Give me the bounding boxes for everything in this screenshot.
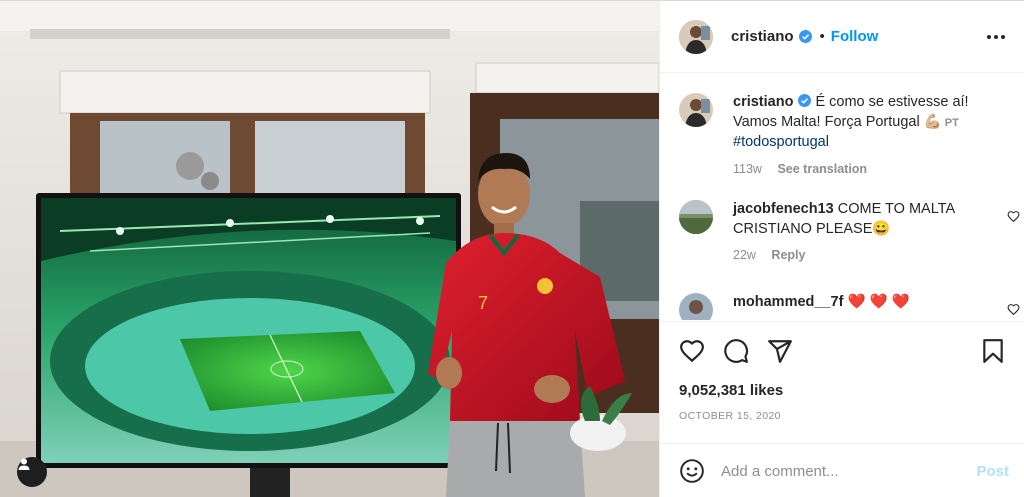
caption-hashtag[interactable]: #todosportugal bbox=[733, 134, 829, 150]
caption-meta: 113w See translation bbox=[733, 160, 1009, 180]
comments-list[interactable]: cristiano É como se estivesse aí! Vamos … bbox=[660, 74, 1024, 320]
verified-badge-icon bbox=[798, 94, 812, 107]
caption-language: PT bbox=[944, 116, 959, 129]
bookmark-icon[interactable] bbox=[980, 338, 1006, 364]
comment-body: mohammed__7f ❤️ ❤️ ❤️ bbox=[733, 293, 910, 320]
tagged-users-button[interactable] bbox=[17, 457, 47, 487]
post-header: cristiano • Follow bbox=[660, 1, 1024, 73]
reply-button[interactable]: Reply bbox=[771, 248, 805, 262]
emoji-icon[interactable] bbox=[679, 458, 705, 484]
verified-badge-icon bbox=[798, 30, 812, 43]
avatar-image bbox=[679, 293, 713, 320]
author-avatar[interactable] bbox=[679, 19, 713, 54]
post-actions: 9,052,381 likes OCTOBER 15, 2020 bbox=[660, 321, 1024, 441]
post-dialog: 7 cristiano • Follow cristiano É como se… bbox=[0, 0, 1024, 497]
caption-avatar[interactable] bbox=[679, 93, 713, 127]
post-photo[interactable]: 7 bbox=[0, 1, 659, 497]
header-separator: • bbox=[819, 28, 825, 45]
caption-body: cristiano É como se estivesse aí! Vamos … bbox=[733, 93, 1009, 179]
comment-item: mohammed__7f ❤️ ❤️ ❤️ bbox=[679, 293, 1009, 320]
share-icon[interactable] bbox=[767, 338, 793, 364]
author-username[interactable]: cristiano bbox=[731, 28, 794, 45]
comment-avatar[interactable] bbox=[679, 200, 713, 234]
add-comment-bar: Post bbox=[660, 443, 1024, 497]
comment-like-heart-icon[interactable] bbox=[1007, 210, 1020, 223]
caption-age: 113w bbox=[733, 161, 762, 176]
comment-username[interactable]: mohammed__7f bbox=[733, 294, 843, 310]
comment-avatar[interactable] bbox=[679, 293, 713, 320]
likes-count[interactable]: 9,052,381 likes bbox=[679, 382, 783, 399]
more-options-icon[interactable] bbox=[985, 26, 1007, 48]
avatar-image bbox=[679, 19, 713, 54]
post-sidebar: cristiano • Follow cristiano É como se e… bbox=[659, 1, 1024, 497]
avatar-image bbox=[679, 93, 713, 127]
post-comment-button[interactable]: Post bbox=[976, 463, 1009, 480]
user-tag-icon bbox=[18, 458, 30, 470]
see-translation-link[interactable]: See translation bbox=[777, 162, 867, 176]
comment-meta: 22w Reply bbox=[733, 246, 1009, 266]
caption-row: cristiano É como se estivesse aí! Vamos … bbox=[679, 93, 1009, 179]
avatar-image bbox=[679, 200, 713, 234]
follow-button[interactable]: Follow bbox=[831, 28, 879, 45]
photo-illustration: 7 bbox=[0, 1, 659, 497]
comment-text: ❤️ ❤️ ❤️ bbox=[847, 294, 910, 310]
svg-text:7: 7 bbox=[478, 293, 488, 313]
heart-icon[interactable] bbox=[679, 338, 705, 364]
comment-body: jacobfenech13 COME TO MALTA CRISTIANO PL… bbox=[733, 200, 1009, 266]
comment-age: 22w bbox=[733, 248, 756, 262]
comment-icon[interactable] bbox=[723, 338, 749, 364]
comment-username[interactable]: jacobfenech13 bbox=[733, 201, 834, 217]
comment-like-heart-icon[interactable] bbox=[1007, 303, 1020, 316]
caption-username[interactable]: cristiano bbox=[733, 94, 793, 110]
post-date: OCTOBER 15, 2020 bbox=[679, 410, 781, 422]
comment-item: jacobfenech13 COME TO MALTA CRISTIANO PL… bbox=[679, 200, 1009, 266]
comment-input[interactable] bbox=[721, 462, 961, 480]
